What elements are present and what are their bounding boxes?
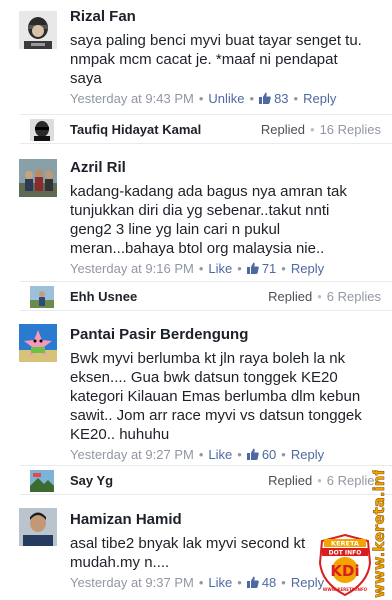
like-count[interactable]: 60 (246, 447, 276, 462)
comment-meta: Yesterday at 9:43 PM • Unlike • 83 • Reply (70, 91, 337, 106)
person-headband-avatar-icon[interactable] (19, 11, 57, 49)
reply-status[interactable]: Replied • 6 Replies (268, 289, 381, 304)
logo-mid-text: DOT INFO (329, 550, 362, 557)
outdoor-avatar-icon (30, 286, 54, 308)
unlike-button[interactable]: Unlike (208, 91, 244, 106)
reply-strip[interactable]: Say Yg Replied • 6 Replies (20, 465, 392, 495)
thumbs-up-icon (246, 576, 259, 588)
like-button[interactable]: Like (208, 261, 232, 276)
portrait-avatar-icon[interactable] (19, 508, 57, 546)
reply-author[interactable]: Taufiq Hidayat Kamal (70, 122, 201, 137)
sunglasses-avatar-icon (30, 119, 54, 141)
comment-time[interactable]: Yesterday at 9:43 PM (70, 91, 194, 106)
kdi-logo: KERETA DOT INFO KDi WWW.KERETA.INFO (316, 533, 374, 597)
comment-time[interactable]: Yesterday at 9:27 PM (70, 447, 194, 462)
thumbs-up-icon (246, 262, 259, 274)
thumbs-up-icon (259, 92, 271, 104)
reply-button[interactable]: Reply (291, 261, 324, 276)
reply-author[interactable]: Ehh Usnee (70, 289, 137, 304)
cartoon-starfish-avatar-icon[interactable] (19, 324, 57, 362)
like-button[interactable]: Like (208, 575, 232, 590)
logo-main-text: KDi (330, 562, 359, 580)
group-photo-avatar-icon[interactable] (19, 159, 57, 197)
scenery-avatar-icon (30, 470, 54, 492)
reply-status[interactable]: Replied • 16 Replies (261, 122, 381, 137)
comment-author[interactable]: Hamizan Hamid (70, 511, 368, 529)
like-count[interactable]: 83 (259, 91, 289, 106)
like-count[interactable]: 48 (246, 575, 276, 590)
comment-author[interactable]: Rizal Fan (70, 8, 368, 26)
reply-strip[interactable]: Ehh Usnee Replied • 6 Replies (20, 281, 392, 311)
logo-top-text: KERETA (331, 540, 359, 548)
comment-text: Bwk myvi berlumba kt jln raya boleh la n… (70, 350, 362, 443)
comment-author[interactable]: Pantai Pasir Berdengung (70, 326, 368, 344)
comment-text: saya paling benci myvi buat tayar senget… (70, 32, 362, 87)
reply-button[interactable]: Reply (291, 447, 324, 462)
thumbs-up-icon (246, 448, 259, 460)
like-count[interactable]: 71 (246, 261, 276, 276)
reply-strip[interactable]: Taufiq Hidayat Kamal Replied • 16 Replies (20, 114, 392, 144)
reply-button[interactable]: Reply (303, 91, 336, 106)
like-button[interactable]: Like (208, 447, 232, 462)
comment-meta: Yesterday at 9:16 PM • Like • 71 • Reply (70, 261, 325, 276)
logo-bottom-text: WWW.KERETA.INFO (323, 587, 368, 592)
comment-author[interactable]: Azril Ril (70, 159, 368, 177)
comment-time[interactable]: Yesterday at 9:16 PM (70, 261, 194, 276)
comment-time[interactable]: Yesterday at 9:37 PM (70, 575, 194, 590)
comment-meta: Yesterday at 9:27 PM • Like • 60 • Reply (70, 447, 325, 462)
reply-author[interactable]: Say Yg (70, 473, 113, 488)
reply-status[interactable]: Replied • 6 Replies (268, 473, 381, 488)
comment-text: kadang-kadang ada bagus nya amran tak tu… (70, 183, 347, 257)
